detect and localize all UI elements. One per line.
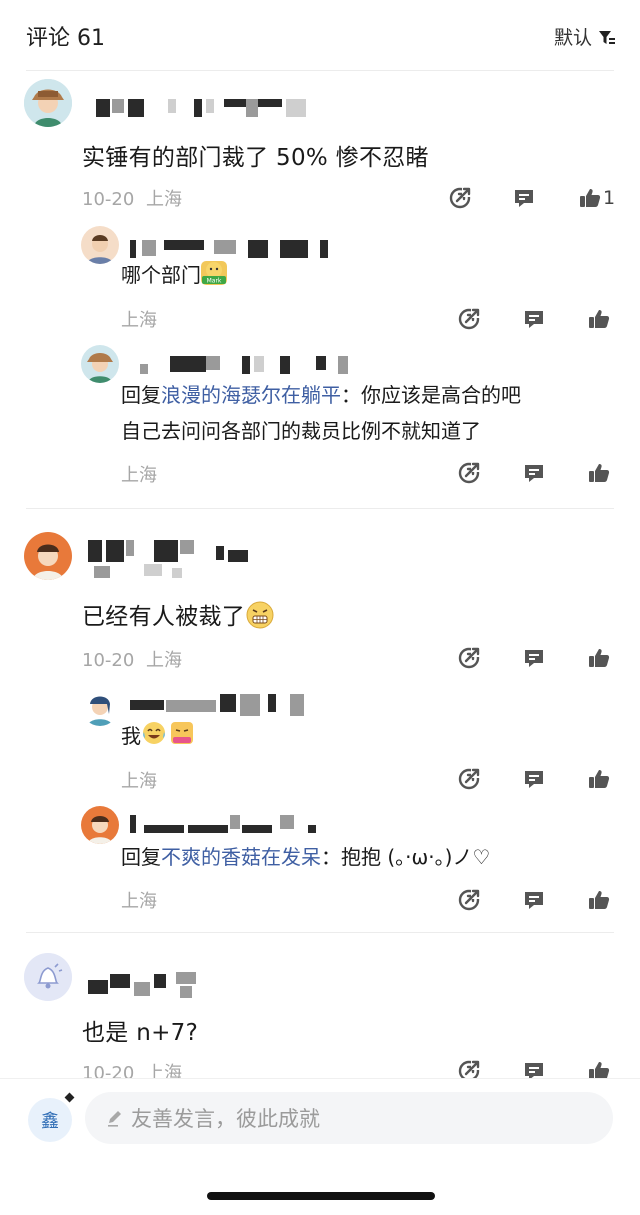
pencil-icon [108,1111,121,1127]
comment-text: 实锤有的部门裁了 50% 惨不忍睹 [82,145,429,171]
comment-divider [26,932,614,933]
reply-location: 上海 [121,891,157,912]
username-blurred[interactable] [130,694,310,718]
comment-date: 10-20 [82,189,135,210]
like-count: 1 [603,187,616,209]
thumbs-up-icon[interactable] [587,646,611,670]
comment-location: 上海 [146,650,183,671]
thumbs-up-icon[interactable] [587,461,611,485]
avatar[interactable] [81,345,119,383]
comment-text-content: 已经有人被裁了 [82,604,246,630]
thumbs-up-icon[interactable] [587,888,611,912]
comment-input[interactable]: 友善发言，彼此成就 [85,1092,613,1144]
filter-sort-icon [599,30,615,44]
comment-location: 上海 [146,189,183,210]
avatar-image [24,532,72,580]
reply-text: 回复不爽的香菇在发呆：抱抱 (。·ω·。)ノ♡ [121,840,490,874]
username-blurred[interactable] [130,356,350,374]
share-icon[interactable] [457,888,481,912]
reply-location: 上海 [121,310,157,331]
share-icon[interactable] [457,646,481,670]
reply-icon[interactable] [522,307,546,331]
thumbs-up-icon[interactable] [578,186,602,210]
avatar[interactable] [81,688,119,726]
comment-meta: 10-20 上海 [82,646,182,672]
sticker-icon [169,720,195,746]
reply-text-content: 我 [121,724,141,748]
avatar-image [81,345,119,383]
thumbs-up-icon[interactable] [587,307,611,331]
laugh-cry-emoji-icon [141,720,167,746]
bell-avatar-icon [24,953,72,1001]
home-indicator [207,1192,435,1200]
reply-text-line1: 抱抱 (。·ω·。)ノ♡ [341,845,491,869]
avatar-image [81,806,119,844]
reply-icon[interactable] [522,461,546,485]
username-blurred[interactable] [96,99,321,117]
avatar-image [81,688,119,726]
reply-prefix: 回复 [121,845,161,869]
comment-text: 也是 n+7? [82,1020,199,1046]
svg-text:Mark: Mark [207,278,222,285]
comment-input-placeholder: 友善发言，彼此成就 [131,1107,320,1131]
thumbs-up-icon[interactable] [587,767,611,791]
reply-text: 我 [121,719,195,753]
avatar-image [81,226,119,264]
grimace-emoji-icon [245,600,275,630]
comment-text: 已经有人被裁了 [82,597,275,631]
reply-text: 回复浪漫的海瑟尔在躺平：你应该是高合的吧 [121,378,521,412]
share-icon[interactable] [448,186,472,210]
reply-icon[interactable] [512,186,536,210]
reply-icon[interactable] [522,767,546,791]
username-blurred[interactable] [130,815,320,833]
sort-label: 默认 [553,27,592,49]
comment-meta: 10-20 上海 [82,185,182,211]
share-icon[interactable] [457,461,481,485]
avatar[interactable] [81,226,119,264]
reply-text-line2: 自己去问问各部门的裁员比例不就知道了 [121,419,481,443]
reply-icon[interactable] [522,888,546,912]
mark-sticker-icon: Mark [201,261,227,285]
reply-text-line1: 你应该是高合的吧 [361,383,521,407]
reply-location: 上海 [121,465,157,486]
comments-header: 评论 61 默认 [0,0,640,70]
avatar[interactable] [81,806,119,844]
avatar[interactable] [24,532,72,580]
comments-title: 评论 61 [26,26,105,51]
reply-prefix: 回复 [121,383,161,407]
avatar[interactable] [24,953,72,1001]
header-divider [26,70,614,71]
reply-colon: ： [341,383,361,407]
sort-dropdown[interactable]: 默认 [554,23,616,50]
username-blurred[interactable] [88,540,263,586]
reply-location: 上海 [121,771,157,792]
reply-to-username-link[interactable]: 不爽的香菇在发呆 [161,845,321,869]
reply-colon: ： [321,845,341,869]
reply-text-content: 哪个部门 [121,263,201,287]
username-blurred[interactable] [88,968,203,1000]
share-icon[interactable] [457,767,481,791]
reply-icon[interactable] [522,646,546,670]
current-user-avatar[interactable]: 鑫 [28,1098,72,1142]
share-icon[interactable] [457,307,481,331]
reply-to-username-link[interactable]: 浪漫的海瑟尔在躺平 [161,383,341,407]
comment-divider [26,508,614,509]
username-blurred[interactable] [130,240,330,258]
avatar[interactable] [24,79,72,127]
comment-date: 10-20 [82,650,135,671]
avatar-image [24,79,72,127]
reply-text: 哪个部门 Mark [121,258,227,292]
